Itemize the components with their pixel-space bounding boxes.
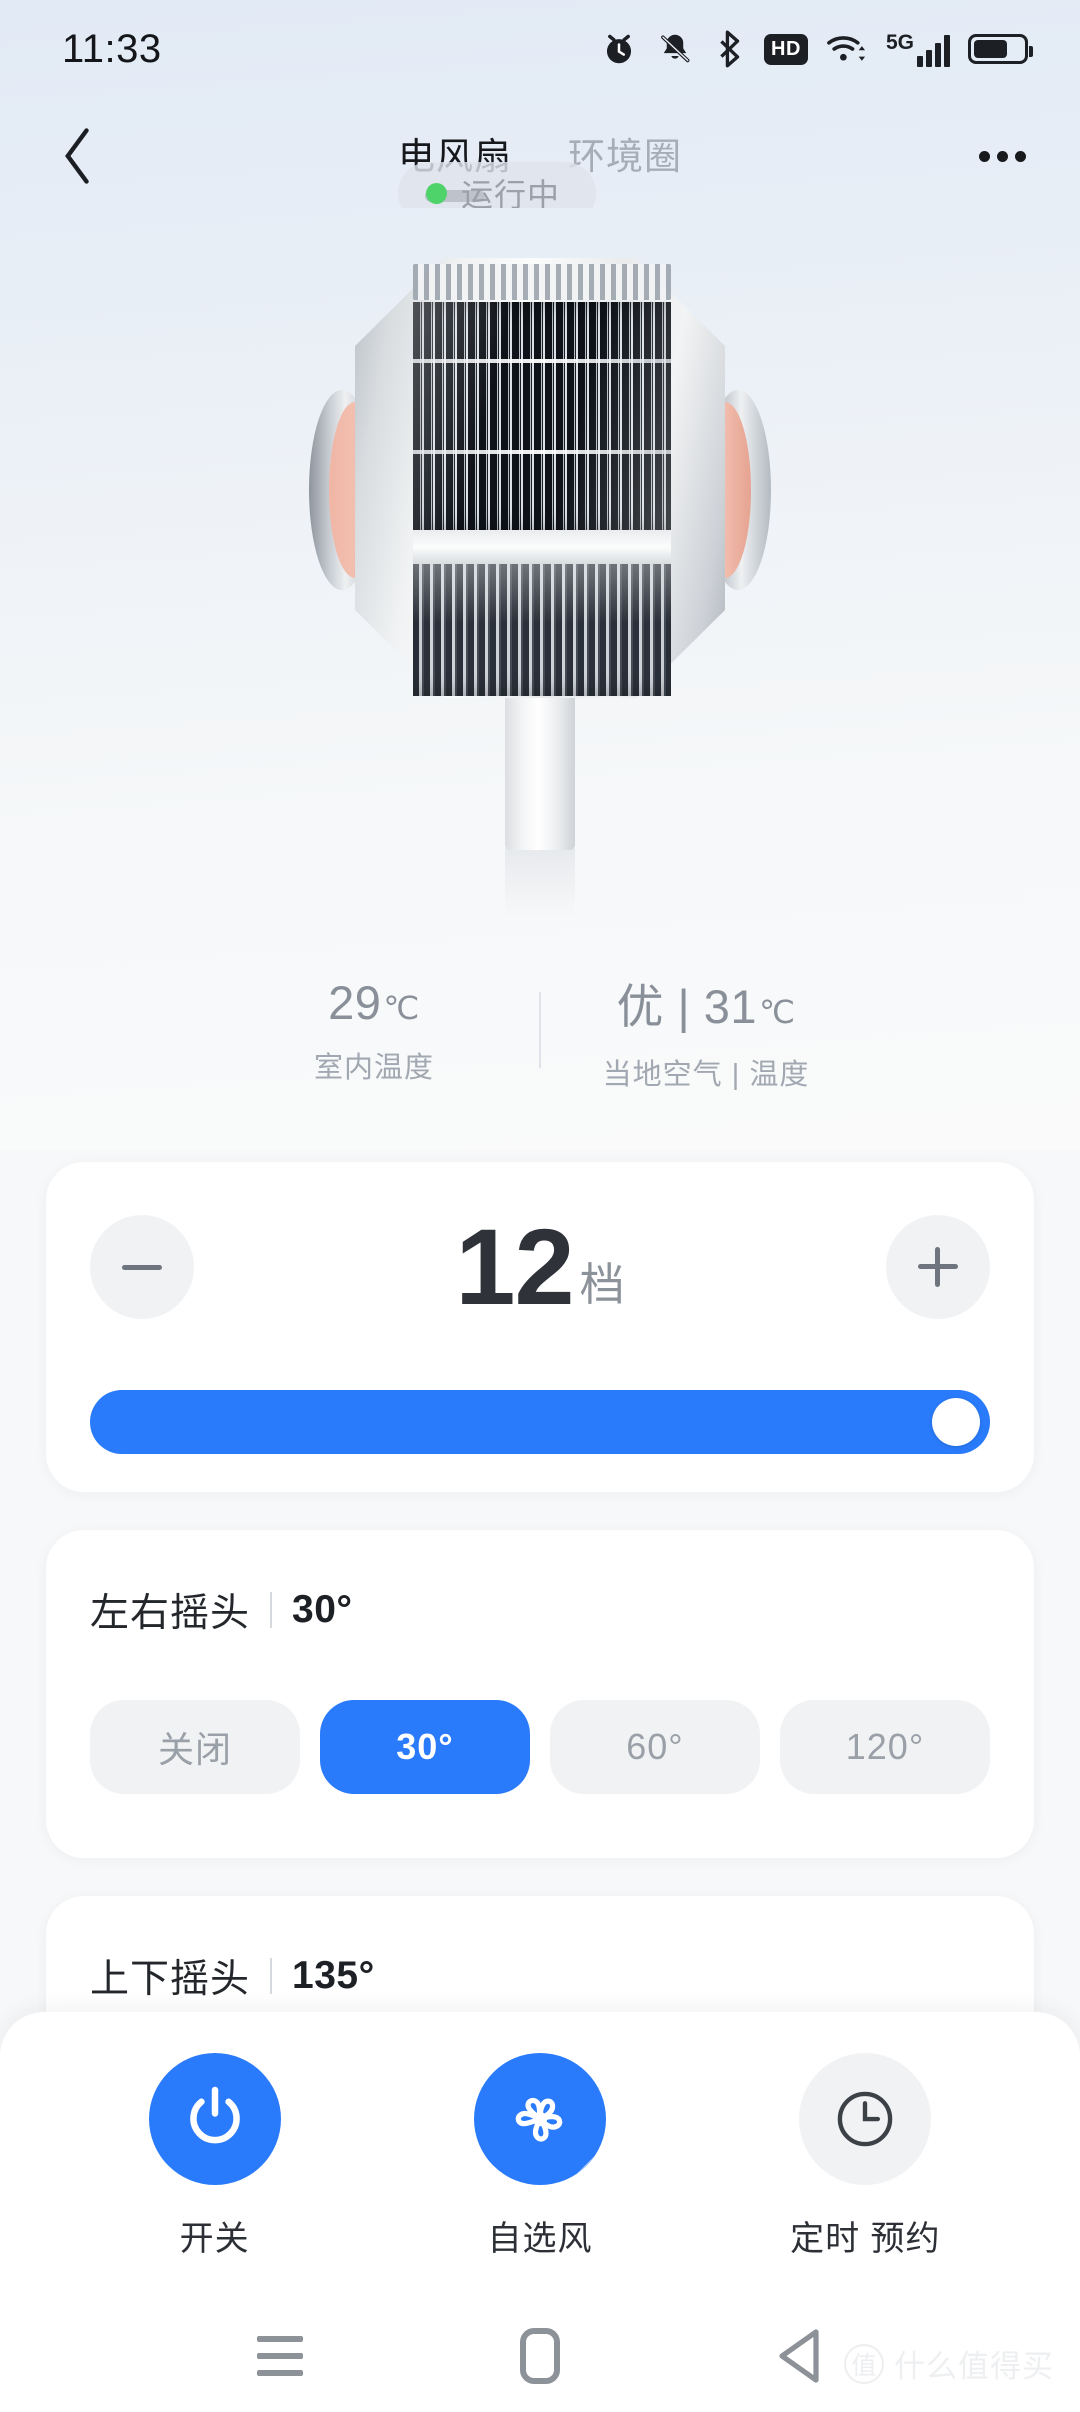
clock-icon — [838, 2091, 893, 2146]
dot-2 — [996, 150, 1008, 162]
local-air-value-wrap: 优 | 31 ℃ — [616, 968, 795, 1037]
hswing-option-60-label: 60° — [626, 1726, 684, 1767]
hswing-option-60[interactable]: 60° — [550, 1700, 760, 1794]
action-power[interactable]: 开关 — [95, 2052, 335, 2260]
dot-3 — [1014, 150, 1026, 162]
electric-fan-illustration[interactable] — [309, 230, 771, 930]
action-custom-wind[interactable]: 自选风 — [420, 2052, 660, 2260]
nav-home-button[interactable] — [480, 2300, 600, 2412]
signal-5g-label: 5G — [885, 30, 914, 54]
battery-icon — [968, 34, 1033, 64]
status-badge: 运行中 — [398, 162, 597, 208]
bottom-vents-highlight — [413, 564, 671, 696]
hswing-option-off[interactable]: 关闭 — [90, 1700, 300, 1794]
readout-local-air: 优 | 31 ℃ 当地空气 | 温度 — [541, 968, 871, 1093]
action-power-label: 开关 — [179, 2219, 250, 2258]
hd-badge-icon: HD — [763, 33, 808, 65]
fan-blades-icon — [515, 2097, 563, 2142]
speed-increase-button[interactable] — [886, 1215, 990, 1319]
action-timer-label: 定时 预约 — [790, 2219, 941, 2258]
status-dot-icon — [426, 182, 447, 204]
status-icon-group: HD 5G — [600, 30, 1033, 68]
plus-icon — [918, 1247, 958, 1287]
hswing-option-120[interactable]: 120° — [780, 1700, 990, 1794]
signal-bars — [917, 34, 950, 67]
menu-lines-icon — [257, 2336, 303, 2376]
local-air-unit: ℃ — [759, 993, 796, 1030]
indoor-temp-label: 室内温度 — [313, 1051, 434, 1084]
bell-muted-icon — [661, 34, 690, 63]
fan-front-grille — [413, 302, 671, 530]
alarm-clock-icon — [606, 34, 632, 64]
app-header: 电风扇 环境圈 运行中 — [0, 98, 1080, 208]
status-time: 11:33 — [62, 26, 162, 71]
speed-slider-fill — [90, 1390, 990, 1454]
action-timer[interactable]: 定时 预约 — [745, 2052, 985, 2260]
phone-screen: 11:33 HD 5G 电风扇 环境圈 运行中 29 ℃ 室内温度 优 | 31… — [0, 0, 1080, 2412]
speed-slider[interactable] — [90, 1390, 990, 1454]
dot-1 — [978, 150, 990, 162]
horizontal-swing-card: 左右摇头 30° 关闭 30° 60° 120° — [46, 1530, 1034, 1858]
hswing-option-off-label: 关闭 — [157, 1729, 232, 1770]
hd-badge-label: HD — [771, 37, 801, 60]
indoor-temp-value-wrap: 29 ℃ — [328, 975, 420, 1030]
watermark-mark: 值 — [844, 2343, 884, 2384]
title-divider — [270, 1592, 273, 1628]
horizontal-swing-header: 左右摇头 30° — [90, 1582, 353, 1638]
action-custom-wind-label: 自选风 — [487, 2219, 593, 2258]
speed-value-display: 12 档 — [455, 1206, 625, 1328]
signal-5g-icon: 5G — [886, 32, 950, 67]
pole-reflection — [505, 848, 575, 918]
hswing-option-30[interactable]: 30° — [320, 1700, 530, 1794]
nav-recents-button[interactable] — [220, 2300, 340, 2412]
timer-button-orb[interactable] — [799, 2052, 932, 2185]
power-button-orb[interactable] — [148, 2052, 281, 2185]
home-square-icon — [520, 2328, 560, 2384]
speed-decrease-button[interactable] — [90, 1215, 194, 1319]
horizontal-swing-value: 30° — [292, 1588, 353, 1631]
watermark-text: 什么值得买 — [894, 2349, 1054, 2384]
indoor-temp-unit: ℃ — [383, 989, 420, 1026]
local-air-value: 优 | 31 — [616, 979, 758, 1033]
readout-indoor-temperature: 29 ℃ 室内温度 — [209, 975, 539, 1086]
speed-stepper-row: 12 档 — [46, 1162, 1034, 1372]
title-divider — [270, 1958, 273, 1994]
custom-wind-button-orb[interactable] — [473, 2052, 606, 2185]
status-bar: 11:33 HD 5G — [0, 0, 1080, 98]
more-options-button[interactable] — [966, 120, 1038, 192]
vertical-swing-title: 上下摇头 — [90, 1958, 251, 2001]
fan-mid-band — [413, 530, 671, 564]
speed-unit: 档 — [579, 1258, 625, 1310]
hswing-option-30-label: 30° — [396, 1726, 454, 1767]
bluetooth-icon — [720, 30, 740, 68]
site-watermark: 值 什么值得买 — [844, 2341, 1054, 2386]
horizontal-swing-title: 左右摇头 — [90, 1592, 251, 1635]
local-air-label: 当地空气 | 温度 — [602, 1058, 810, 1091]
speed-value: 12 — [455, 1206, 574, 1328]
triangle-back-icon — [779, 2329, 819, 2383]
fan-top-vents — [413, 264, 671, 300]
status-badge-label: 运行中 — [461, 177, 561, 208]
power-icon — [189, 2086, 240, 2143]
vertical-swing-header: 上下摇头 135° — [90, 1948, 375, 2004]
hswing-option-120-label: 120° — [845, 1726, 925, 1767]
device-hero — [0, 208, 1080, 968]
horizontal-swing-options: 关闭 30° 60° 120° — [90, 1700, 990, 1794]
fan-speed-card: 12 档 — [46, 1162, 1034, 1492]
vertical-swing-value: 135° — [292, 1954, 375, 1997]
indoor-temp-value: 29 — [328, 975, 382, 1029]
speed-slider-thumb[interactable] — [932, 1398, 980, 1446]
action-bar: 开关 自选风 定时 预约 — [0, 2012, 1080, 2300]
battery-fill — [974, 40, 1007, 58]
sensor-readout-row: 29 ℃ 室内温度 优 | 31 ℃ 当地空气 | 温度 — [0, 960, 1080, 1100]
minus-icon — [122, 1264, 162, 1270]
nav-back-button[interactable] — [740, 2300, 860, 2412]
wifi-icon — [827, 36, 866, 61]
